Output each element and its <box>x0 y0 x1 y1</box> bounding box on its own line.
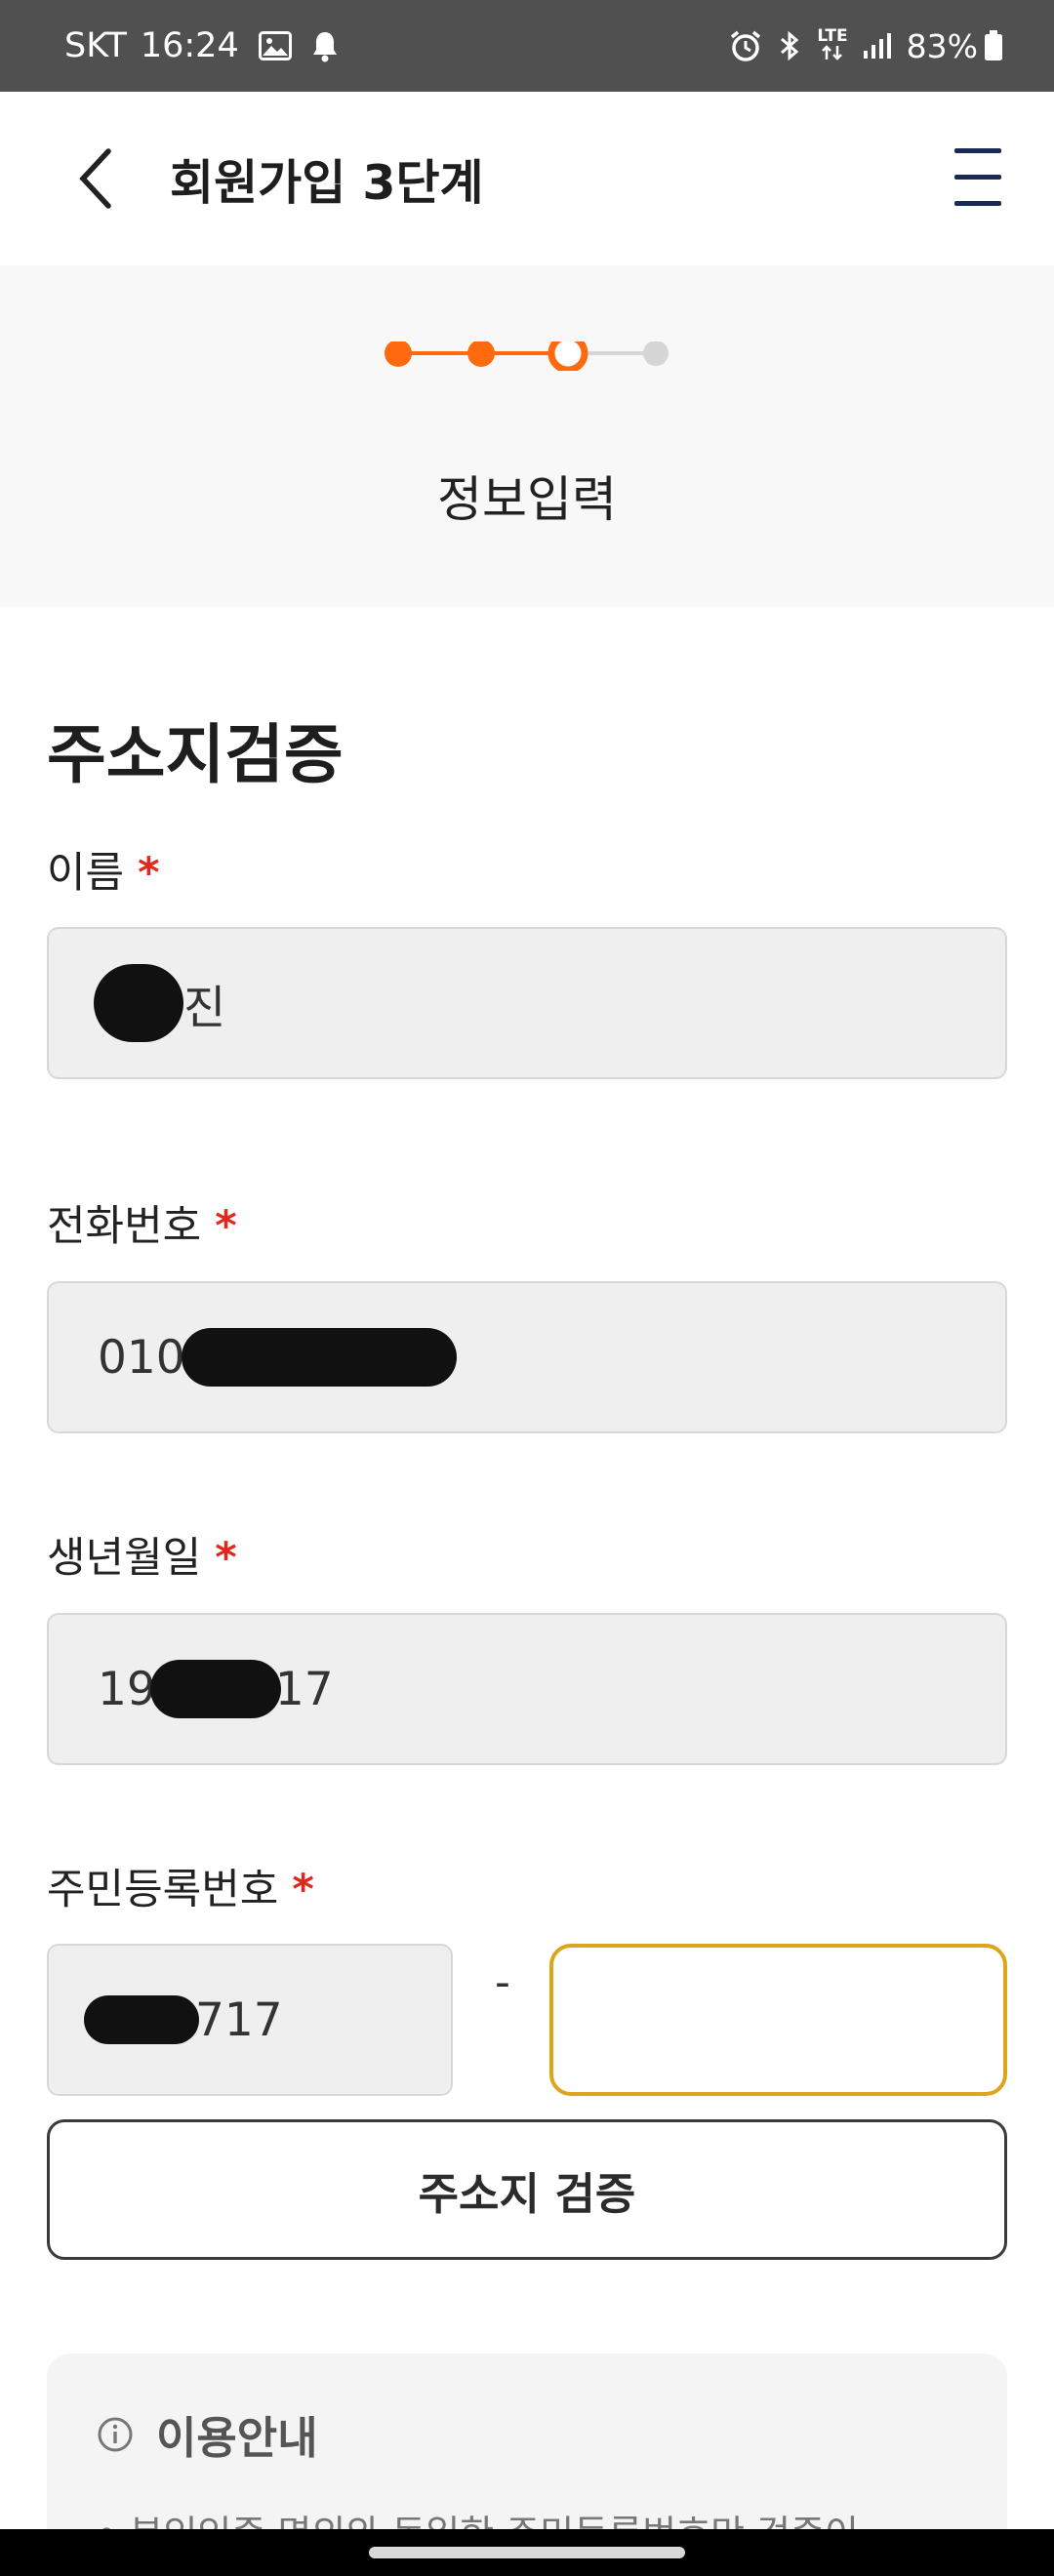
required-mark: * <box>292 1866 314 1914</box>
menu-button[interactable] <box>947 142 1015 213</box>
bluetooth-icon <box>776 29 803 62</box>
birthdate-label: 생년월일 * <box>47 1524 237 1585</box>
rrn-separator: - <box>495 1957 510 2007</box>
name-field: 진 <box>47 927 1007 1079</box>
birthdate-label-text: 생년월일 <box>47 1534 202 1583</box>
phone-field: 010 <box>47 1281 1007 1433</box>
rrn-label-text: 주민등록번호 <box>47 1866 279 1914</box>
redaction-mark <box>84 1995 199 2044</box>
data-arrows-icon <box>821 44 844 64</box>
step-title: 정보입력 <box>437 471 617 528</box>
lte-label: LTE <box>817 25 848 46</box>
chevron-left-icon <box>79 148 111 209</box>
name-value-visible: 진 <box>183 981 226 1035</box>
rrn-label: 주민등록번호 * <box>47 1856 314 1916</box>
system-nav-bar <box>0 2529 1054 2576</box>
name-label: 이름 * <box>47 839 160 900</box>
notice-title-text: 이용안내 <box>156 2412 318 2464</box>
home-gesture-bar[interactable] <box>369 2547 685 2558</box>
alarm-icon <box>729 29 762 62</box>
notification-bell-icon <box>311 29 339 62</box>
step-2-dot <box>467 342 495 367</box>
step-3-dot-current <box>547 342 588 371</box>
step-indicator <box>385 342 669 371</box>
app-header: 회원가입 3단계 <box>0 92 1054 265</box>
notice-title: 이용안내 <box>96 2402 318 2466</box>
carrier-label: SKT <box>64 26 127 65</box>
rrn-front-suffix: 717 <box>195 1992 283 2047</box>
page-title: 회원가입 3단계 <box>170 154 484 211</box>
rrn-front-field: 717 <box>47 1944 453 2096</box>
gallery-icon <box>258 31 292 60</box>
birthdate-value-suffix: 17 <box>274 1662 334 1716</box>
required-mark: * <box>215 1202 237 1251</box>
status-bar: SKT 16:24 LTE 83% <box>0 0 1054 92</box>
birthdate-value-prefix: 19 <box>98 1662 156 1716</box>
redaction-mark <box>149 1660 281 1718</box>
step-4-dot <box>643 342 669 366</box>
phone-label: 전화번호 * <box>47 1192 237 1253</box>
phone-label-text: 전화번호 <box>47 1202 202 1251</box>
redaction-mark <box>94 964 183 1042</box>
signal-icon <box>862 31 893 60</box>
phone-value-prefix: 010 <box>98 1330 185 1385</box>
rrn-back-input[interactable] <box>549 1944 1007 2096</box>
name-label-text: 이름 <box>47 849 125 898</box>
redaction-mark <box>181 1328 457 1387</box>
required-mark: * <box>138 849 160 898</box>
info-icon <box>98 2417 133 2451</box>
battery-icon <box>984 30 1003 61</box>
battery-percent: 83% <box>906 26 978 65</box>
required-mark: * <box>215 1534 237 1583</box>
birthdate-field: 19 17 <box>47 1613 1007 1765</box>
signup-progress-stepper: 정보입력 <box>0 265 1054 607</box>
clock-time: 16:24 <box>140 26 239 65</box>
status-bar-right: LTE 83% <box>729 0 1003 92</box>
status-bar-left: SKT 16:24 <box>64 0 339 92</box>
section-title: 주소지검증 <box>47 717 344 792</box>
verify-address-button[interactable]: 주소지 검증 <box>47 2119 1007 2260</box>
step-1-dot <box>385 342 412 367</box>
lte-indicator: LTE <box>817 25 848 64</box>
hamburger-menu-icon <box>954 148 1001 153</box>
back-button[interactable] <box>61 135 129 222</box>
